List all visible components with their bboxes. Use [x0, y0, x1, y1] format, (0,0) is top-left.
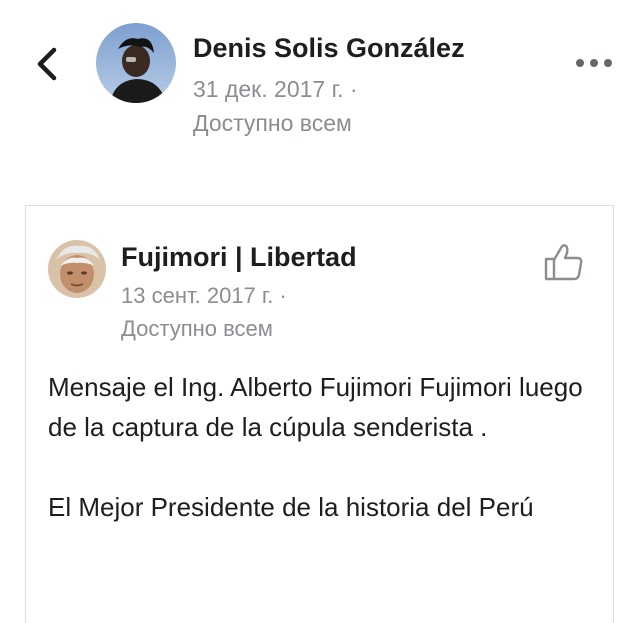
shared-post-card[interactable]: Fujimori | Libertad 13 сент. 2017 г. · Д…: [25, 205, 614, 623]
like-page-button[interactable]: [542, 240, 586, 284]
post-audience: Доступно всем: [193, 110, 352, 136]
post-paragraph: El Mejor Presidente de la historia del P…: [48, 492, 534, 522]
post-screen: Denis Solis González 31 дек. 2017 г. · Д…: [0, 0, 640, 623]
back-button[interactable]: [28, 44, 64, 84]
post-body: Mensaje el Ing. Alberto Fujimori Fujimor…: [48, 367, 593, 527]
shared-post-date[interactable]: 13 сент. 2017 г. ·: [121, 279, 287, 312]
post-meta: 31 дек. 2017 г. · Доступно всем: [193, 72, 358, 140]
shared-page-avatar[interactable]: [48, 240, 106, 298]
shared-post-audience: Доступно всем: [121, 316, 273, 341]
author-avatar[interactable]: [96, 23, 176, 103]
shared-page-name[interactable]: Fujimori | Libertad: [121, 242, 357, 273]
post-date[interactable]: 31 дек. 2017 г. ·: [193, 72, 358, 106]
author-name[interactable]: Denis Solis González: [193, 33, 465, 64]
shared-post-meta: 13 сент. 2017 г. · Доступно всем: [121, 279, 287, 345]
thumbs-up-icon: [544, 244, 583, 281]
chevron-left-icon: [37, 47, 57, 81]
post-paragraph: Mensaje el Ing. Alberto Fujimori Fujimor…: [48, 372, 583, 442]
more-options-button[interactable]: [572, 52, 616, 74]
more-horizontal-icon: [576, 59, 612, 67]
